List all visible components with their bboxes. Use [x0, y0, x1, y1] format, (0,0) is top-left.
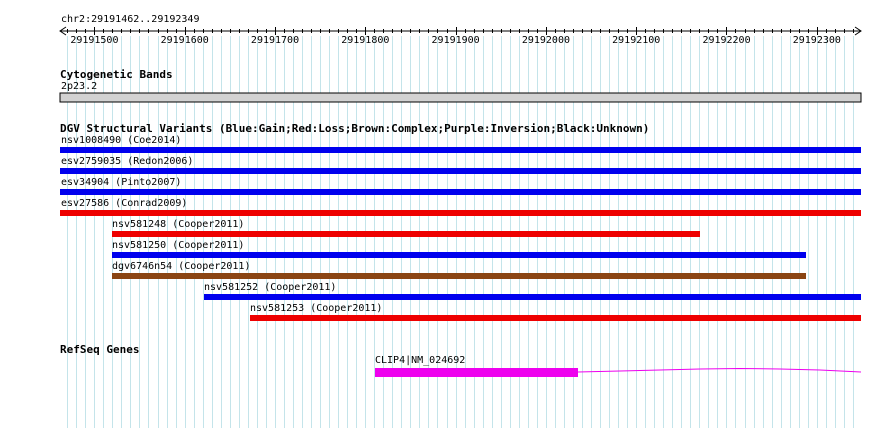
ruler-tick-label: 29191600	[160, 35, 209, 46]
ruler-tick-label: 29192300	[792, 35, 841, 46]
variant-label[interactable]: nsv1008490 (Coe2014)	[61, 135, 181, 147]
ruler-tick-label: 29192100	[612, 35, 661, 46]
variant-label[interactable]: nsv581250 (Cooper2011)	[112, 240, 244, 252]
variant-bar[interactable]	[60, 189, 861, 195]
variant-bar[interactable]	[60, 147, 861, 153]
dgv-track-title: DGV Structural Variants (Blue:Gain;Red:L…	[60, 122, 650, 135]
ruler-tick-label: 29191900	[431, 35, 480, 46]
gene-intron-path	[577, 367, 862, 373]
variant-label[interactable]: esv2759035 (Redon2006)	[61, 156, 193, 168]
ruler-tick-label: 29191700	[250, 35, 300, 46]
variant-label[interactable]: nsv581252 (Cooper2011)	[204, 282, 336, 294]
gene-exon-block[interactable]	[375, 368, 578, 377]
gene-label[interactable]: CLIP4|NM_024692	[375, 355, 465, 367]
variant-label[interactable]: dgv6746n54 (Cooper2011)	[112, 261, 250, 273]
cytoband-label[interactable]: 2p23.2	[61, 81, 97, 93]
ruler-range-label: chr2:29191462..29192349	[61, 14, 200, 25]
variant-label[interactable]: esv34904 (Pinto2007)	[61, 177, 181, 189]
variant-label[interactable]: esv27586 (Conrad2009)	[61, 198, 187, 210]
ruler-tick-label: 29191500	[70, 35, 119, 46]
ruler-tick-label: 29192000	[521, 35, 570, 46]
variant-bar[interactable]	[112, 252, 806, 258]
ruler-tick-label: 29191800	[341, 35, 390, 46]
variant-bar[interactable]	[112, 273, 806, 279]
genome-browser-view: chr2:29191462..29192349 29191500 29191600…	[0, 0, 890, 428]
variant-bar[interactable]	[250, 315, 861, 321]
variant-label[interactable]: nsv581253 (Cooper2011)	[250, 303, 382, 315]
variant-label[interactable]: nsv581248 (Cooper2011)	[112, 219, 244, 231]
variant-bar[interactable]	[60, 168, 861, 174]
cytoband-bar[interactable]	[59, 92, 862, 103]
gene-intron-line	[577, 367, 862, 373]
ruler-tick-label: 29192200	[702, 35, 751, 46]
variant-bar[interactable]	[112, 231, 700, 237]
variant-bar[interactable]	[204, 294, 861, 300]
variant-bar[interactable]	[60, 210, 861, 216]
refseq-track-title: RefSeq Genes	[60, 343, 140, 356]
cytoband-track[interactable]	[59, 92, 862, 103]
position-ruler[interactable]	[59, 26, 862, 36]
cytoband-track-title: Cytogenetic Bands	[60, 68, 173, 81]
